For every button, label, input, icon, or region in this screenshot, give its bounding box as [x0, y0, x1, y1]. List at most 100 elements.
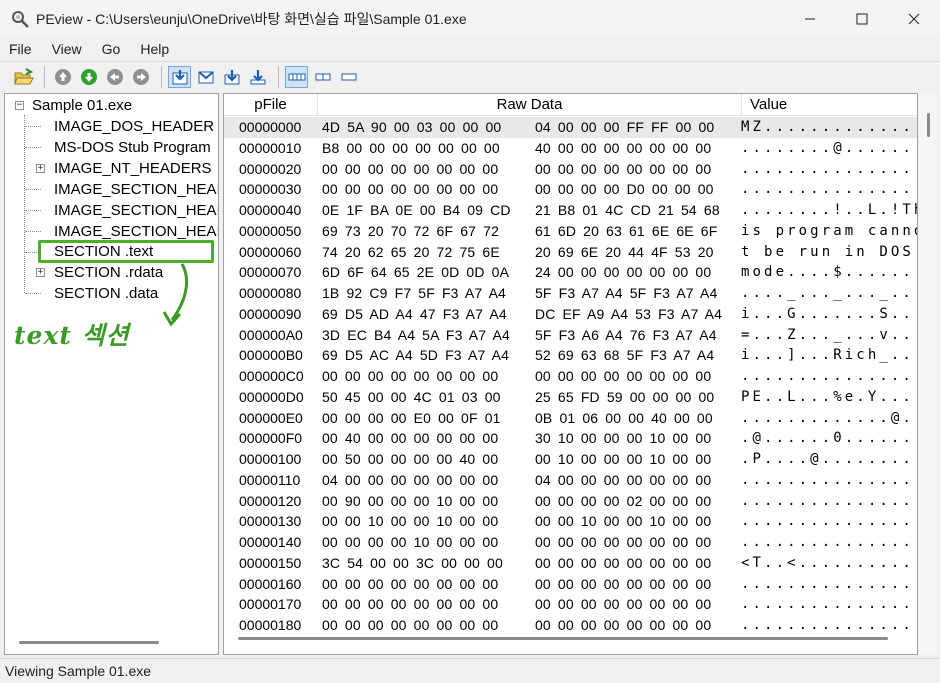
table-row[interactable]: 00000160 00 00 00 00 00 00 00 00 00 00 00 …: [224, 574, 917, 595]
tree-item-section-text[interactable]: SECTION .text: [54, 242, 153, 262]
tree-expand-toggle[interactable]: +: [36, 268, 45, 277]
raw-data-cell: 0B 01 06 00 00 40 00 00: [535, 409, 713, 426]
tree-connector: [25, 252, 41, 253]
bytes-per-row-8-button[interactable]: [311, 66, 334, 88]
table-row[interactable]: 00000110 04 00 00 00 00 00 00 00 04 00 00 …: [224, 470, 917, 491]
view-mode-3-button[interactable]: [220, 66, 243, 88]
value-cell: .P....@.........: [741, 451, 918, 467]
tree-item-section-header-data[interactable]: IMAGE_SECTION_HEAI: [54, 222, 218, 242]
value-cell: ...._..._..._...: [741, 285, 918, 301]
table-row[interactable]: 000000C0 00 00 00 00 00 00 00 00 00 00 00 …: [224, 366, 917, 387]
menu-file[interactable]: File: [0, 41, 42, 57]
close-button[interactable]: [888, 0, 940, 38]
raw-data-cell: 00 00 00 00 00 00 00 00: [322, 368, 499, 384]
tree-item-section-header-rdata[interactable]: IMAGE_SECTION_HEAI: [54, 201, 218, 221]
offset-cell: 00000080: [239, 285, 302, 301]
tree-collapse-toggle[interactable]: −: [15, 101, 24, 110]
raw-data-cell: 74 20 62 65 20 72 75 6E: [322, 243, 500, 260]
toolbar: [0, 61, 940, 91]
table-row[interactable]: 000000B0 69 D5 AC A4 5D F3 A7 A4 52 69 63 …: [224, 345, 917, 366]
table-row[interactable]: 00000000 4D 5A 90 00 03 00 00 00 04 00 00 …: [224, 117, 917, 138]
raw-data-cell: 30 10 00 00 00 10 00 00: [535, 430, 712, 447]
bytes-per-row-4-button[interactable]: [337, 66, 360, 88]
hex-view[interactable]: pFile Raw Data Value 00000000 4D 5A 90 00…: [223, 93, 918, 655]
tree-item-section-data[interactable]: SECTION .data: [54, 284, 158, 304]
maximize-button[interactable]: [836, 0, 888, 38]
table-row[interactable]: 00000030 00 00 00 00 00 00 00 00 00 00 00 …: [224, 179, 917, 200]
raw-data-cell: 00 00 00 00 00 00 00 00: [535, 554, 712, 571]
table-row[interactable]: 00000180 00 00 00 00 00 00 00 00 00 00 00 …: [224, 615, 917, 636]
column-header-pfile[interactable]: pFile: [224, 94, 318, 116]
tree-connector: [25, 147, 41, 148]
raw-data-cell: 40 00 00 00 00 00 00 00: [535, 139, 712, 156]
raw-data-cell: 04 00 00 00 00 00 00 00: [535, 471, 712, 488]
annotation-arrow-icon: [162, 263, 189, 327]
value-cell: <T..<...........: [741, 554, 918, 571]
raw-data-cell: 20 69 6E 20 44 4F 53 20: [535, 243, 714, 260]
offset-cell: 000000C0: [239, 368, 304, 384]
column-header-value[interactable]: Value: [742, 94, 917, 116]
table-row[interactable]: 00000140 00 00 00 00 10 00 00 00 00 00 00 …: [224, 532, 917, 553]
raw-data-cell: 00 00 10 00 00 10 00 00: [535, 513, 712, 530]
raw-data-cell: 00 00 00 00 00 00 00 00: [535, 575, 712, 592]
table-row[interactable]: 00000170 00 00 00 00 00 00 00 00 00 00 00 …: [224, 594, 917, 615]
tree-item-image-nt-headers[interactable]: IMAGE_NT_HEADERS: [54, 159, 212, 179]
table-row[interactable]: 00000100 00 50 00 00 00 00 40 00 00 10 00 …: [224, 449, 918, 470]
table-row[interactable]: 00000120 00 90 00 00 00 10 00 00 00 00 00 …: [224, 491, 918, 512]
bytes-per-row-16-button[interactable]: [285, 65, 308, 88]
value-cell: ................: [741, 492, 918, 509]
table-row[interactable]: 000000D0 50 45 00 00 4C 01 03 00 25 65 FD …: [224, 387, 917, 408]
raw-data-cell: 00 00 00 00 00 00 00 00: [535, 368, 712, 384]
tree-view[interactable]: − Sample 01.exe IMAGE_DOS_HEADER MS-DOS …: [4, 93, 219, 655]
table-row[interactable]: 000000E0 00 00 00 00 E0 00 0F 01 0B 01 06 …: [224, 408, 917, 429]
table-row[interactable]: 00000070 6D 6F 64 65 2E 0D 0D 0A 24 00 00 …: [224, 262, 917, 283]
table-row[interactable]: 00000150 3C 54 00 00 3C 00 00 00 00 00 00 …: [224, 553, 918, 574]
table-row[interactable]: 00000130 00 00 10 00 00 10 00 00 00 00 10 …: [224, 511, 917, 532]
column-header-raw-data[interactable]: Raw Data: [318, 94, 742, 116]
view-mode-1-button[interactable]: [168, 65, 191, 88]
offset-cell: 00000060: [239, 243, 302, 260]
raw-data-cell: 6D 6F 64 65 2E 0D 0D 0A: [322, 264, 510, 281]
go-down-button[interactable]: [77, 66, 100, 88]
minimize-icon: [805, 18, 815, 20]
vertical-scrollbar[interactable]: [919, 93, 937, 655]
table-row[interactable]: 000000A0 3D EC B4 A4 5A F3 A7 A4 5F F3 A6 …: [224, 325, 917, 346]
arrow-up-circle-icon: [54, 68, 71, 85]
offset-cell: 000000F0: [239, 430, 303, 447]
menu-view[interactable]: View: [42, 41, 92, 57]
view-mode-2-button[interactable]: [194, 66, 217, 88]
go-forward-button[interactable]: [129, 66, 152, 88]
table-row[interactable]: 00000020 00 00 00 00 00 00 00 00 00 00 00 …: [224, 159, 917, 180]
view-mode-4-button[interactable]: [246, 66, 269, 88]
menu-help[interactable]: Help: [130, 41, 179, 57]
tree-item-image-dos-header[interactable]: IMAGE_DOS_HEADER: [54, 117, 214, 137]
minimize-button[interactable]: [784, 0, 836, 38]
offset-cell: 00000040: [239, 202, 302, 218]
tree-item-section-header-text[interactable]: IMAGE_SECTION_HEAI: [54, 180, 218, 200]
table-row[interactable]: 00000050 69 73 20 70 72 6F 67 72 61 6D 20 …: [224, 221, 917, 242]
table-row[interactable]: 00000010 B8 00 00 00 00 00 00 00 40 00 00 …: [224, 138, 917, 159]
arrow-left-circle-icon: [106, 68, 123, 85]
table-row[interactable]: 00000080 1B 92 C9 F7 5F F3 A7 A4 5F F3 A7 …: [224, 283, 918, 304]
download-box-icon: [172, 69, 187, 84]
tree-root-sample-exe[interactable]: Sample 01.exe: [32, 96, 132, 116]
raw-data-cell: 00 00 00 00 E0 00 0F 01: [322, 409, 501, 426]
table-row[interactable]: 000000F0 00 40 00 00 00 00 00 00 30 10 00 …: [224, 428, 917, 449]
table-row[interactable]: 00000060 74 20 62 65 20 72 75 6E 20 69 6E …: [224, 242, 917, 263]
status-bar: Viewing Sample 01.exe: [0, 658, 940, 682]
hex-horizontal-scrollbar[interactable]: [238, 637, 888, 640]
raw-data-cell: 00 00 00 00 00 00 00 00: [535, 617, 712, 633]
tree-expand-toggle[interactable]: +: [36, 164, 45, 173]
go-back-button[interactable]: [103, 66, 126, 88]
tree-horizontal-scrollbar[interactable]: [19, 641, 159, 644]
go-up-button[interactable]: [51, 66, 74, 88]
table-row[interactable]: 00000090 69 D5 AD A4 47 F3 A7 A4 DC EF A9 …: [224, 304, 917, 325]
tree-item-ms-dos-stub[interactable]: MS-DOS Stub Program: [54, 138, 211, 158]
maximize-icon: [856, 13, 868, 25]
tree-item-section-rdata[interactable]: SECTION .rdata: [54, 263, 163, 283]
vertical-scrollbar-thumb[interactable]: [927, 113, 930, 137]
open-file-button[interactable]: [12, 66, 35, 88]
menu-go[interactable]: Go: [92, 41, 131, 57]
table-row[interactable]: 00000040 0E 1F BA 0E 00 B4 09 CD 21 B8 01 …: [224, 200, 917, 221]
raw-data-cell: 69 73 20 70 72 6F 67 72: [322, 222, 500, 239]
